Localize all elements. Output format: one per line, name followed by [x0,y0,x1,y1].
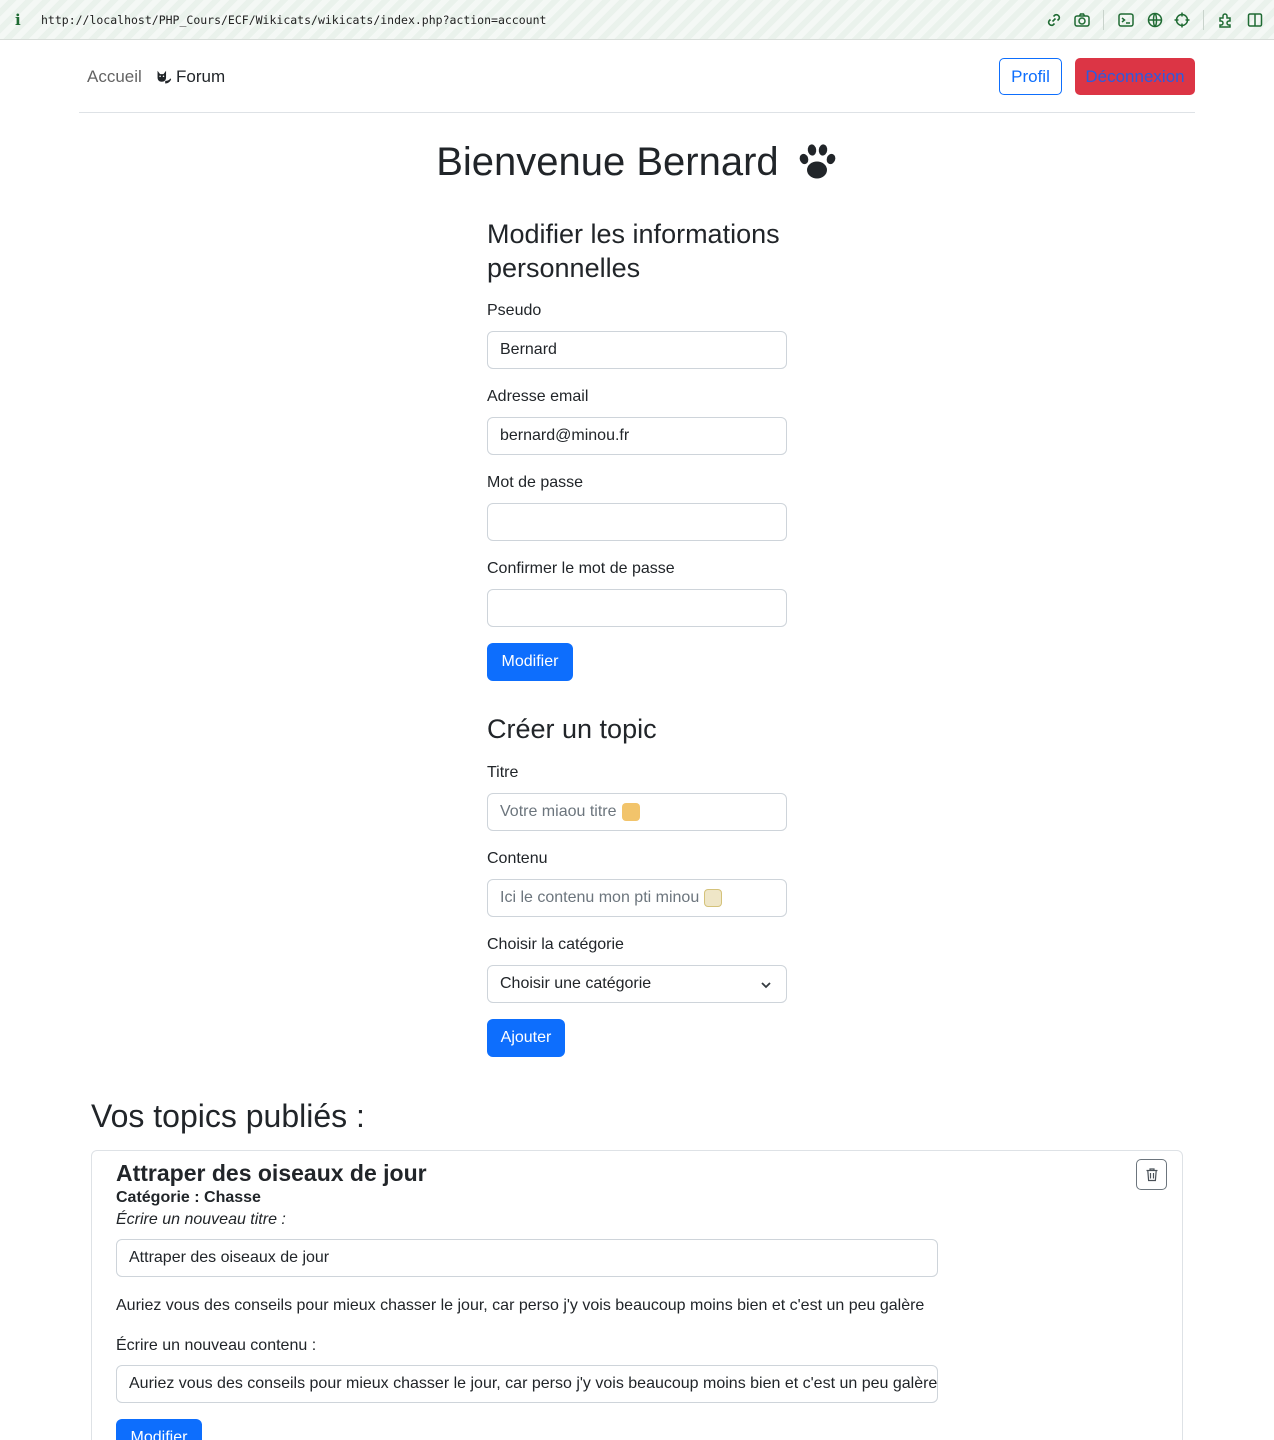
published-topics-heading: Vos topics publiés : [91,1098,365,1134]
nav-link-forum-label: Forum [176,67,226,86]
cat-emoji-icon [621,803,640,821]
memo-emoji-icon [704,889,723,907]
topic-content-input[interactable]: Ici le contenu mon pti minou [487,879,787,917]
camera-icon[interactable] [1073,11,1091,29]
url-text[interactable]: http://localhost/PHP_Cours/ECF/Wikicats/… [41,13,546,27]
new-content-label: Écrire un nouveau contenu : [116,1337,317,1354]
email-label: Adresse email [487,388,589,405]
page-title: Bienvenue Bernard [0,138,1274,185]
profile-button[interactable]: Profil [999,58,1062,95]
topic-submit-button[interactable]: Ajouter [487,1019,565,1057]
email-input[interactable]: bernard@minou.fr [487,417,787,455]
new-title-label: Écrire un nouveau titre : [116,1211,286,1228]
confirm-password-input[interactable] [487,589,787,627]
paw-icon [799,144,836,179]
sidebar-icon[interactable] [1246,11,1264,29]
globe-icon[interactable] [1146,11,1164,29]
create-topic-title: Créer un topic [487,714,657,744]
welcome-text: Bienvenue Bernard [436,139,779,184]
profile-form-title: Modifier les informations personnelles [487,219,780,283]
chevron-down-icon [761,982,771,989]
new-content-input[interactable]: Auriez vous des conseils pour mieux chas… [116,1365,938,1403]
cat-icon [157,70,172,83]
category-select[interactable]: Choisir une catégorie [487,965,787,1003]
delete-topic-button[interactable] [1136,1159,1167,1190]
extension-icon[interactable] [1217,11,1235,29]
username-input[interactable]: Bernard [487,331,787,369]
topic-title-label: Titre [487,764,519,781]
profile-submit-button[interactable]: Modifier [487,643,573,681]
confirm-password-label: Confirmer le mot de passe [487,560,675,577]
topic-card-title: Attraper des oiseaux de jour [116,1160,427,1186]
password-input[interactable] [487,503,787,541]
nav-link-home[interactable]: Accueil [87,67,142,87]
nav-link-forum[interactable]: Forum [155,67,225,87]
topic-content-placeholder: Ici le contenu mon pti minou [500,889,700,906]
terminal-icon[interactable] [1117,11,1135,29]
link-icon[interactable] [1045,11,1063,29]
topic-card: Attraper des oiseaux de jour Catégorie :… [91,1150,1183,1440]
info-icon[interactable]: i [15,11,21,29]
topic-card-content: Auriez vous des conseils pour mieux chas… [116,1297,925,1314]
navbar: Accueil Forum Profil Déconnexion [79,40,1195,113]
trash-icon [1146,1168,1157,1182]
topic-title-input[interactable]: Votre miaou titre [487,793,787,831]
new-title-input[interactable]: Attraper des oiseaux de jour [116,1239,938,1277]
username-label: Pseudo [487,302,542,319]
crosshair-icon[interactable] [1173,11,1191,29]
topic-edit-submit-button[interactable]: Modifier [116,1419,202,1440]
category-selected: Choisir une catégorie [500,975,652,992]
topic-content-label: Contenu [487,850,548,867]
topic-title-placeholder: Votre miaou titre [500,803,617,820]
category-label: Choisir la catégorie [487,936,624,953]
browser-address-bar: i http://localhost/PHP_Cours/ECF/Wikicat… [0,0,1274,40]
password-label: Mot de passe [487,474,584,491]
topic-card-category: Catégorie : Chasse [116,1189,261,1206]
logout-button[interactable]: Déconnexion [1075,58,1195,95]
